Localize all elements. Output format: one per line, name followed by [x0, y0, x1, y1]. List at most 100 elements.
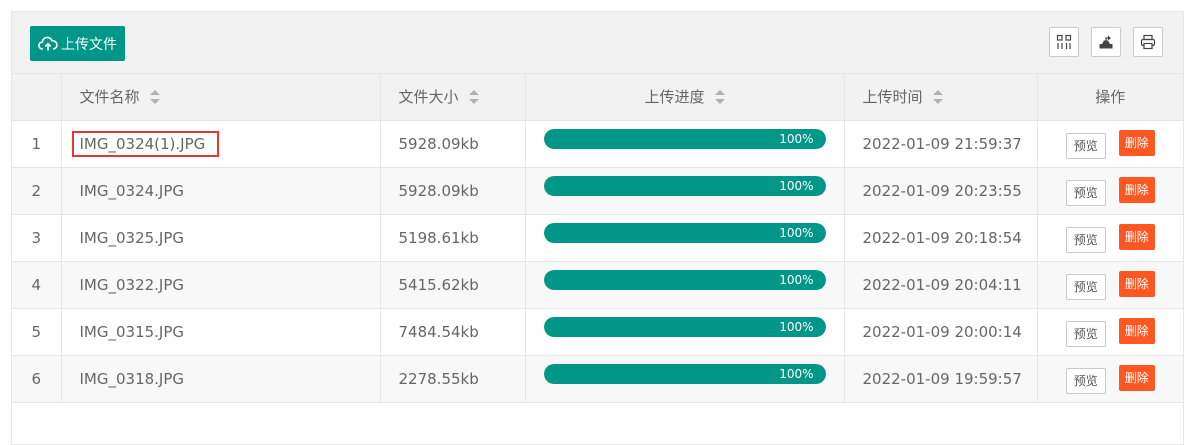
file-size: 2278.55kb — [398, 369, 479, 388]
row-name: IMG_0324(1).JPG — [61, 120, 381, 168]
row-name: IMG_0325.JPG — [61, 214, 381, 262]
header-ops: 操作 — [1037, 74, 1183, 121]
progress-text: 100% — [779, 366, 814, 381]
progress-bar: 100% — [543, 128, 826, 149]
row-size: 5415.62kb — [380, 261, 526, 309]
delete-button[interactable]: 删除 — [1118, 317, 1155, 344]
upload-panel: 上传文件 文件名称 文件大小 上传进度 上传时间 操作 1 IMG_0324(1… — [11, 11, 1184, 445]
header-index — [12, 74, 62, 121]
export-icon[interactable] — [1091, 27, 1121, 57]
table-row: 5 IMG_0315.JPG 7484.54kb 100% 2022-01-09… — [12, 308, 1183, 356]
row-time: 2022-01-09 20:18:54 — [844, 214, 1038, 262]
sort-icon[interactable] — [714, 89, 725, 104]
toolbar: 上传文件 — [12, 12, 1183, 74]
header-time-label: 上传时间 — [862, 88, 923, 107]
progress-text: 100% — [779, 225, 814, 240]
row-size: 7484.54kb — [380, 308, 526, 356]
table-row: 3 IMG_0325.JPG 5198.61kb 100% 2022-01-09… — [12, 214, 1183, 262]
row-time: 2022-01-09 20:23:55 — [844, 167, 1038, 215]
file-size: 5415.62kb — [398, 275, 479, 294]
sort-icon[interactable] — [932, 89, 943, 104]
header-time[interactable]: 上传时间 — [844, 74, 1038, 121]
progress-text: 100% — [779, 131, 814, 146]
delete-button[interactable]: 删除 — [1118, 364, 1155, 391]
header-progress[interactable]: 上传进度 — [525, 74, 845, 121]
preview-button[interactable]: 预览 — [1065, 132, 1106, 159]
delete-button[interactable]: 删除 — [1118, 223, 1155, 250]
cloud-upload-icon — [38, 36, 58, 52]
toolbar-icons — [1049, 27, 1163, 57]
file-name: IMG_0315.JPG — [79, 322, 185, 341]
table-row: 2 IMG_0324.JPG 5928.09kb 100% 2022-01-09… — [12, 167, 1183, 215]
upload-file-label: 上传文件 — [61, 36, 117, 53]
header-ops-label: 操作 — [1095, 88, 1126, 107]
row-ops: 预览 删除 — [1037, 355, 1183, 403]
row-index-value: 4 — [31, 275, 42, 294]
progress-bar: 100% — [543, 269, 826, 290]
upload-time: 2022-01-09 20:04:11 — [862, 275, 1022, 294]
row-progress: 100% — [525, 167, 845, 215]
row-index-value: 1 — [31, 134, 42, 153]
progress-bar: 100% — [543, 363, 826, 384]
file-name: IMG_0324(1).JPG — [71, 130, 220, 157]
file-size: 5928.09kb — [398, 134, 479, 153]
row-progress: 100% — [525, 355, 845, 403]
row-ops: 预览 删除 — [1037, 308, 1183, 356]
upload-file-button[interactable]: 上传文件 — [30, 26, 125, 61]
progress-text: 100% — [779, 319, 814, 334]
row-index: 1 — [12, 120, 62, 168]
delete-button[interactable]: 删除 — [1118, 129, 1155, 156]
file-name: IMG_0324.JPG — [79, 181, 185, 200]
file-table: 文件名称 文件大小 上传进度 上传时间 操作 1 IMG_0324(1).JPG… — [12, 74, 1183, 403]
table-header-row: 文件名称 文件大小 上传进度 上传时间 操作 — [12, 74, 1183, 121]
preview-button[interactable]: 预览 — [1065, 273, 1106, 300]
row-size: 5928.09kb — [380, 167, 526, 215]
file-name: IMG_0318.JPG — [79, 369, 185, 388]
row-ops: 预览 删除 — [1037, 120, 1183, 168]
progress-text: 100% — [779, 178, 814, 193]
table-row: 1 IMG_0324(1).JPG 5928.09kb 100% 2022-01… — [12, 120, 1183, 168]
row-index-value: 2 — [31, 181, 42, 200]
row-index-value: 5 — [31, 322, 42, 341]
row-progress: 100% — [525, 308, 845, 356]
row-progress: 100% — [525, 120, 845, 168]
sort-icon[interactable] — [149, 89, 160, 104]
file-name: IMG_0325.JPG — [79, 228, 185, 247]
row-progress: 100% — [525, 261, 845, 309]
delete-button[interactable]: 删除 — [1118, 176, 1155, 203]
file-size: 7484.54kb — [398, 322, 479, 341]
columns-icon[interactable] — [1049, 27, 1079, 57]
header-name[interactable]: 文件名称 — [61, 74, 381, 121]
preview-button[interactable]: 预览 — [1065, 226, 1106, 253]
row-ops: 预览 删除 — [1037, 167, 1183, 215]
row-ops: 预览 删除 — [1037, 214, 1183, 262]
upload-time: 2022-01-09 19:59:57 — [862, 369, 1022, 388]
row-time: 2022-01-09 19:59:57 — [844, 355, 1038, 403]
header-progress-label: 上传进度 — [644, 88, 705, 107]
sort-icon[interactable] — [468, 89, 479, 104]
row-time: 2022-01-09 20:04:11 — [844, 261, 1038, 309]
preview-button[interactable]: 预览 — [1065, 367, 1106, 394]
upload-time: 2022-01-09 20:18:54 — [862, 228, 1022, 247]
upload-time: 2022-01-09 20:00:14 — [862, 322, 1022, 341]
row-time: 2022-01-09 20:00:14 — [844, 308, 1038, 356]
progress-text: 100% — [779, 272, 814, 287]
table-row: 4 IMG_0322.JPG 5415.62kb 100% 2022-01-09… — [12, 261, 1183, 309]
row-name: IMG_0322.JPG — [61, 261, 381, 309]
header-size[interactable]: 文件大小 — [380, 74, 526, 121]
file-size: 5928.09kb — [398, 181, 479, 200]
delete-button[interactable]: 删除 — [1118, 270, 1155, 297]
preview-button[interactable]: 预览 — [1065, 179, 1106, 206]
row-time: 2022-01-09 21:59:37 — [844, 120, 1038, 168]
row-ops: 预览 删除 — [1037, 261, 1183, 309]
row-index: 6 — [12, 355, 62, 403]
row-index: 4 — [12, 261, 62, 309]
header-name-label: 文件名称 — [79, 88, 140, 107]
progress-bar: 100% — [543, 222, 826, 243]
row-index-value: 3 — [31, 228, 42, 247]
row-size: 5198.61kb — [380, 214, 526, 262]
print-icon[interactable] — [1133, 27, 1163, 57]
preview-button[interactable]: 预览 — [1065, 320, 1106, 347]
row-size: 2278.55kb — [380, 355, 526, 403]
row-name: IMG_0315.JPG — [61, 308, 381, 356]
